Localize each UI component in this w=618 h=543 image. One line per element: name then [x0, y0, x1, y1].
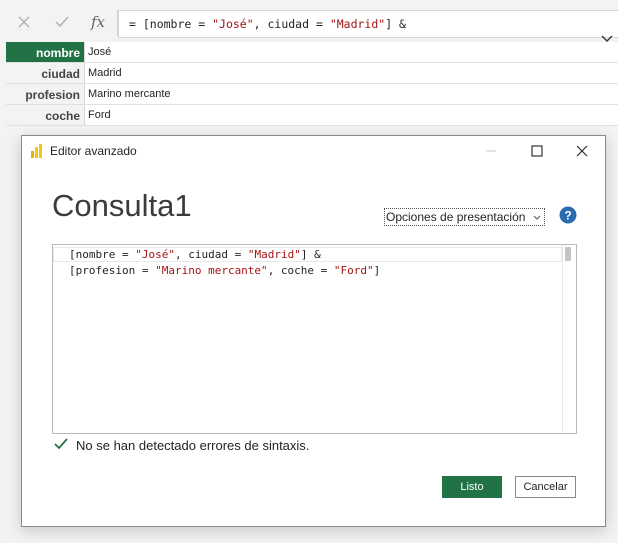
syntax-status: No se han detectado errores de sintaxis. — [54, 438, 309, 453]
maximize-icon[interactable] — [528, 142, 546, 160]
done-button[interactable]: Listo — [442, 476, 502, 498]
help-icon[interactable]: ? — [559, 206, 577, 224]
code-string: "José" — [135, 248, 175, 261]
record-field-name[interactable]: ciudad — [6, 63, 85, 83]
formula-bar: fx = [nombre = "José", ciudad = "Madrid"… — [0, 0, 618, 46]
advanced-editor-dialog: Editor avanzado Consulta1 Opciones de pr… — [21, 135, 606, 527]
close-icon[interactable] — [573, 142, 591, 160]
view-options-label: Opciones de presentación — [386, 210, 526, 224]
code-token: ] & — [300, 248, 321, 261]
checkmark-icon — [54, 438, 68, 453]
code-editor[interactable]: [nombre = "José", ciudad = "Madrid"] & [… — [52, 244, 577, 434]
code-token: ] — [373, 264, 381, 277]
checkmark-icon[interactable] — [52, 12, 72, 32]
code-line: [nombre = "José", ciudad = "Madrid"] & — [69, 247, 321, 263]
code-string: "Marino mercante" — [155, 264, 268, 277]
minimize-icon[interactable] — [482, 142, 500, 160]
table-row[interactable]: profesion Marino mercante — [6, 84, 618, 105]
code-token: [nombre = — [69, 248, 136, 261]
record-field-name[interactable]: coche — [6, 105, 85, 125]
fx-icon[interactable]: fx — [86, 12, 110, 32]
code-token: , coche = — [267, 264, 334, 277]
view-options-dropdown[interactable]: Opciones de presentación — [384, 208, 545, 226]
chevron-down-icon — [533, 210, 541, 224]
vertical-scrollbar[interactable] — [562, 245, 576, 433]
dialog-title: Editor avanzado — [50, 144, 137, 158]
code-string: "Madrid" — [247, 248, 301, 261]
formula-text: ] & — [385, 17, 406, 31]
record-table: nombre José ciudad Madrid profesion Mari… — [6, 42, 618, 126]
table-row[interactable]: ciudad Madrid — [6, 63, 618, 84]
code-token: [profesion = — [69, 264, 156, 277]
record-field-value[interactable]: Ford — [85, 105, 111, 125]
record-field-value[interactable]: José — [85, 42, 111, 62]
record-field-value[interactable]: Madrid — [85, 63, 122, 83]
formula-text: , ciudad = — [253, 17, 330, 31]
code-string: "Ford" — [333, 264, 374, 277]
formula-string: "José" — [212, 17, 254, 31]
formula-input[interactable]: = [nombre = "José", ciudad = "Madrid"] & — [118, 10, 618, 42]
code-line: [profesion = "Marino mercante", coche = … — [69, 263, 380, 279]
record-field-name[interactable]: nombre — [6, 42, 85, 62]
formula-string: "Madrid" — [329, 17, 386, 31]
query-name: Consulta1 — [52, 188, 192, 223]
close-icon[interactable] — [14, 12, 34, 32]
code-token: , ciudad = — [174, 248, 248, 261]
formula-text: = [nombre = — [129, 17, 213, 31]
table-row[interactable]: nombre José — [6, 42, 618, 63]
table-row[interactable]: coche Ford — [6, 105, 618, 126]
scrollbar-thumb[interactable] — [565, 247, 571, 261]
svg-text:?: ? — [564, 209, 571, 223]
status-text: No se han detectado errores de sintaxis. — [76, 438, 310, 453]
cancel-button[interactable]: Cancelar — [515, 476, 576, 498]
power-bi-logo-icon — [30, 143, 44, 162]
record-field-value[interactable]: Marino mercante — [85, 84, 171, 104]
record-field-name[interactable]: profesion — [6, 84, 85, 104]
